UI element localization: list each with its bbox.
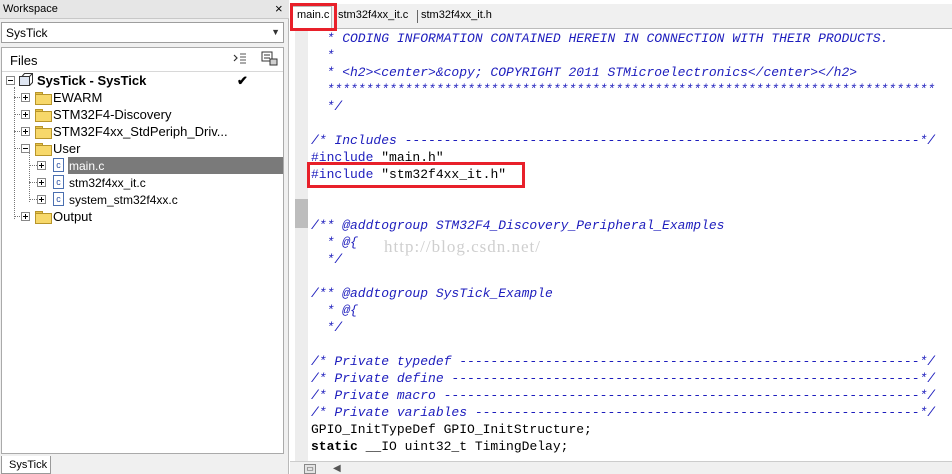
gutter-marker (295, 199, 308, 228)
code-line: /* Private define ----------------------… (311, 371, 936, 386)
target-selector-value: SysTick (6, 26, 48, 40)
tree-item-label: STM32F4xx_StdPeriph_Driv... (53, 124, 228, 139)
code-line: /* Private typedef ---------------------… (311, 354, 936, 369)
tree-item-label: STM32F4-Discovery (53, 107, 172, 122)
code-line: */ (311, 320, 343, 335)
highlight-box-include (307, 162, 525, 188)
checkmark-icon: ✔ (237, 73, 248, 88)
editor-tab-bar: main.c stm32f4xx_it.c stm32f4xx_it.h (290, 4, 952, 31)
code-line: */ (311, 99, 343, 114)
tree-item-user[interactable]: User (2, 140, 283, 157)
tree-item-stm32f4xx-it-c[interactable]: c stm32f4xx_it.c (2, 174, 283, 191)
tree-item-label: stm32f4xx_it.c (69, 176, 146, 190)
watermark: http://blog.csdn.net/ (384, 237, 541, 256)
tree-item-output[interactable]: Output (2, 208, 283, 225)
static-keyword: static (311, 439, 358, 454)
expand-icon[interactable] (21, 93, 30, 102)
tab-stm32f4xx-it-c[interactable]: stm32f4xx_it.c (338, 9, 408, 21)
tree-item-stdperiph-driver[interactable]: STM32F4xx_StdPeriph_Driv... (2, 123, 283, 140)
expand-icon[interactable] (21, 212, 30, 221)
tree-item-label: main.c (69, 159, 105, 173)
tree-item-label: EWARM (53, 90, 103, 105)
c-file-icon: c (53, 175, 64, 189)
workspace-title: Workspace (3, 3, 58, 15)
code-line: * (311, 48, 335, 63)
tab-stm32f4xx-it-h[interactable]: stm32f4xx_it.h (421, 9, 492, 21)
tree-item-label: User (53, 141, 81, 156)
tree-item-stm32f4-discovery[interactable]: STM32F4-Discovery (2, 106, 283, 123)
code-line: /** @addtogroup STM32F4_Discovery_Periph… (311, 218, 725, 233)
code-line: */ (311, 252, 343, 267)
tree-item-system-stm32f4xx-c[interactable]: c system_stm32f4xx.c (2, 191, 283, 208)
horizontal-scrollbar[interactable]: ▭ ◀ (290, 461, 952, 474)
code-line: GPIO_InitTypeDef GPIO_InitStructure; (311, 422, 592, 437)
tree-item-project[interactable]: SysTick - SysTick ✔ (2, 72, 283, 89)
workspace-panel: Workspace × SysTick ▼ Files SysTick - Sy… (0, 0, 289, 474)
workspace-titlebar: Workspace × (0, 0, 289, 19)
expand-icon[interactable] (37, 161, 46, 170)
workspace-tab-systick[interactable]: SysTick (1, 456, 51, 474)
code-line: /** @addtogroup SysTick_Example (311, 286, 553, 301)
close-icon[interactable]: × (275, 2, 283, 15)
expand-icon[interactable] (37, 178, 46, 187)
c-file-icon: c (53, 158, 64, 172)
expand-icon[interactable] (21, 127, 30, 136)
code-line: * <h2><center>&copy; COPYRIGHT 2011 STMi… (311, 65, 858, 80)
tree-item-main-c[interactable]: c main.c (2, 157, 283, 174)
code-line: * @{ (311, 235, 358, 250)
code-line: /* Private macro -----------------------… (311, 388, 936, 403)
tree-item-label: system_stm32f4xx.c (69, 193, 178, 207)
code-line-static: static __IO uint32_t TimingDelay; (311, 439, 568, 456)
split-icon[interactable]: ▭ (304, 464, 316, 474)
static-declaration: __IO uint32_t TimingDelay; (357, 439, 569, 454)
highlight-box-main-tab (290, 3, 337, 31)
code-line: ****************************************… (311, 82, 936, 97)
folder-icon (35, 211, 52, 224)
project-icon (19, 73, 33, 86)
folder-icon (35, 126, 52, 139)
tab-separator (417, 10, 418, 23)
configuration-column-icon[interactable] (261, 51, 279, 67)
folder-icon (35, 109, 52, 122)
c-file-icon: c (53, 192, 64, 206)
code-line: /* Private variables -------------------… (311, 405, 936, 420)
folder-icon (35, 92, 52, 105)
collapse-icon[interactable] (21, 144, 30, 153)
scroll-left-icon[interactable]: ◀ (333, 463, 341, 474)
tree-item-label: Output (53, 209, 93, 224)
files-header: Files (10, 53, 38, 68)
folder-open-icon (35, 143, 52, 156)
code-line: * CODING INFORMATION CONTAINED HEREIN IN… (311, 31, 889, 46)
editor-gutter (295, 29, 308, 464)
code-line: * @{ (311, 303, 358, 318)
project-label: SysTick - SysTick (37, 73, 147, 88)
options-column-icon[interactable] (232, 52, 248, 66)
expand-icon[interactable] (21, 110, 30, 119)
code-line: /* Includes ----------------------------… (311, 133, 936, 148)
collapse-icon[interactable] (6, 76, 15, 85)
target-selector[interactable]: SysTick ▼ (1, 22, 284, 43)
tree-item-ewarm[interactable]: EWARM (2, 89, 283, 106)
chevron-down-icon[interactable]: ▼ (271, 27, 280, 37)
workspace-tab-label: SysTick (9, 459, 48, 471)
expand-icon[interactable] (37, 195, 46, 204)
project-tree: Files SysTick - SysTick ✔ EWARM STM32F4-… (1, 47, 284, 454)
